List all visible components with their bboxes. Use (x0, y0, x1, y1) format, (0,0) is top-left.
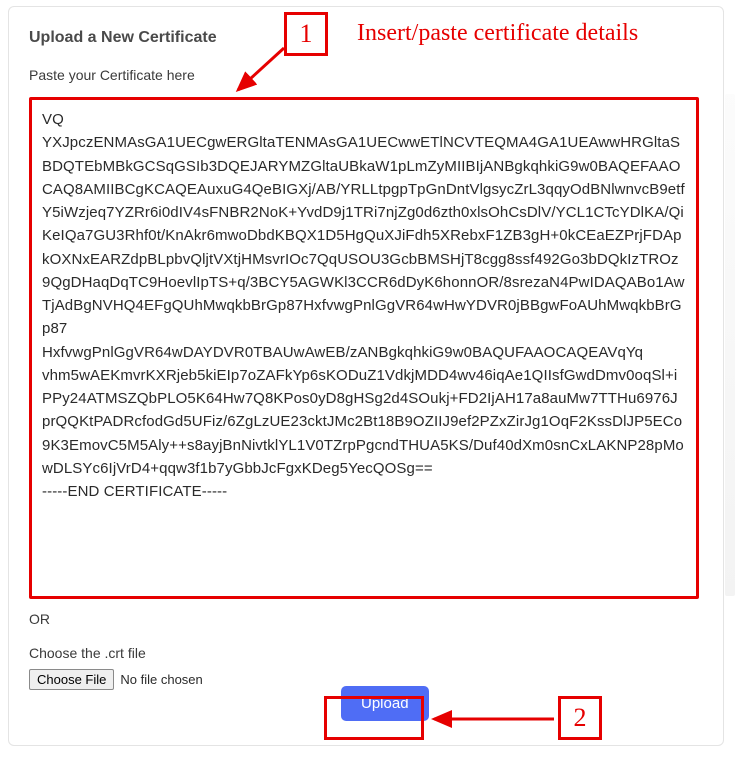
choose-file-button[interactable]: Choose File (29, 669, 114, 690)
choose-file-label: Choose the .crt file (29, 645, 703, 661)
certificate-textarea[interactable] (32, 100, 696, 596)
certificate-textarea-highlight (29, 97, 699, 599)
upload-button[interactable]: Upload (341, 686, 429, 721)
adjacent-scrollbar (725, 94, 735, 596)
or-divider-text: OR (29, 611, 703, 627)
panel-title: Upload a New Certificate (29, 29, 703, 47)
upload-certificate-panel: Upload a New Certificate Paste your Cert… (8, 6, 724, 746)
file-status-text: No file chosen (120, 672, 202, 687)
paste-label: Paste your Certificate here (29, 67, 703, 83)
